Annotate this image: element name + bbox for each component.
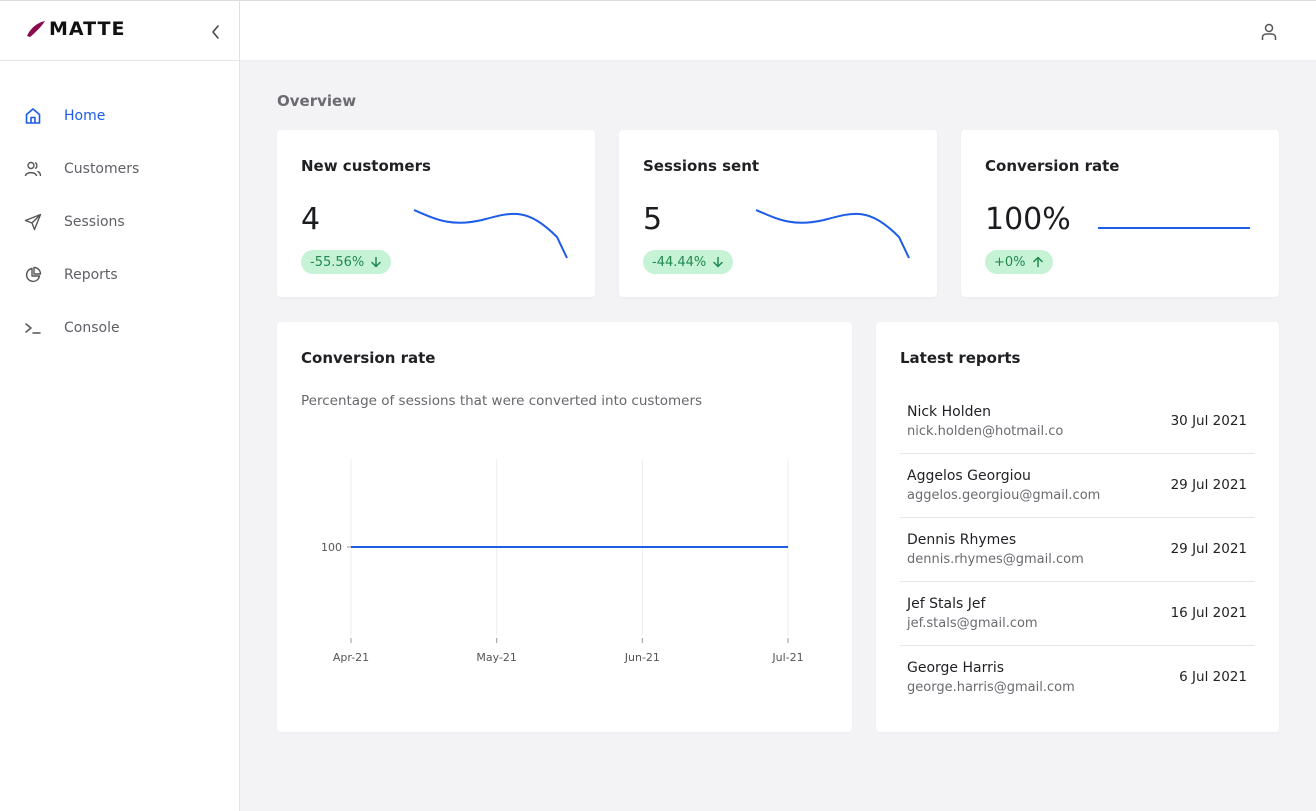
report-date: 29 Jul 2021: [1170, 541, 1247, 557]
brand-name: MATTE: [49, 18, 126, 40]
x-tick-label: Jul-21: [771, 651, 803, 664]
sidebar-item-label: Home: [64, 107, 106, 124]
report-customer-email: jef.stals@gmail.com: [907, 616, 1038, 631]
sidebar-item-console[interactable]: Console: [0, 301, 239, 354]
change-badge: +0%: [985, 250, 1053, 274]
brand-header: MATTE: [0, 1, 239, 61]
x-tick-label: Jun-21: [624, 651, 660, 664]
pie-chart-icon: [24, 266, 42, 284]
change-value: -44.44%: [652, 254, 707, 270]
reports-title: Latest reports: [900, 349, 1021, 367]
page-title: Overview: [277, 92, 357, 110]
reports-list: Nick Holden nick.holden@hotmail.co 30 Ju…: [900, 390, 1255, 710]
kpi-value: 5: [643, 202, 663, 237]
sidebar-item-label: Reports: [64, 266, 118, 283]
report-customer-name: Jef Stals Jef: [907, 596, 986, 612]
conversion-line-chart: Apr-21 May-21 Jun-21 Jul-21 100: [321, 459, 804, 664]
arrow-down-icon: [712, 256, 724, 268]
collapse-sidebar-button[interactable]: [208, 23, 224, 41]
x-tick-label: May-21: [476, 651, 517, 664]
change-badge: -55.56%: [301, 250, 392, 274]
kpi-value: 100%: [985, 202, 1071, 237]
sidebar-item-label: Customers: [64, 160, 140, 177]
kpi-card-sessions-sent: Sessions sent 5 -44.44%: [619, 130, 937, 297]
kpi-value: 4: [301, 202, 321, 237]
home-icon: [24, 107, 42, 125]
kpi-card-conversion-rate: Conversion rate 100% +0%: [961, 130, 1279, 297]
report-customer-name: George Harris: [907, 660, 1005, 676]
report-row[interactable]: Aggelos Georgiou aggelos.georgiou@gmail.…: [900, 454, 1255, 518]
sparkline-path: [413, 209, 568, 259]
x-tick-label: Apr-21: [333, 651, 369, 664]
report-date: 29 Jul 2021: [1170, 477, 1247, 493]
report-date: 30 Jul 2021: [1170, 413, 1247, 429]
sidebar-item-sessions[interactable]: Sessions: [0, 195, 239, 248]
users-icon: [24, 160, 42, 178]
report-date: 6 Jul 2021: [1179, 669, 1247, 685]
arrow-up-icon: [1032, 256, 1044, 268]
report-customer-email: nick.holden@hotmail.co: [907, 424, 1064, 439]
sidebar: MATTE Home Customers Sessions Reports Co…: [0, 0, 240, 811]
sidebar-nav: Home Customers Sessions Reports Console: [0, 61, 239, 354]
latest-reports-card: Latest reports Nick Holden nick.holden@h…: [876, 322, 1279, 732]
sparkline: [1098, 227, 1250, 229]
report-customer-name: Nick Holden: [907, 404, 991, 420]
report-customer-email: dennis.rhymes@gmail.com: [907, 552, 1084, 567]
sidebar-item-home[interactable]: Home: [0, 89, 239, 142]
chevron-left-icon: [212, 25, 219, 39]
arrow-down-icon: [370, 256, 382, 268]
terminal-icon: [24, 319, 42, 337]
kpi-title: New customers: [301, 157, 431, 175]
report-row[interactable]: Dennis Rhymes dennis.rhymes@gmail.com 29…: [900, 518, 1255, 582]
sparkline: [413, 209, 568, 259]
change-value: -55.56%: [310, 254, 365, 270]
kpi-card-new-customers: New customers 4 -55.56%: [277, 130, 595, 297]
logo[interactable]: MATTE: [25, 18, 125, 40]
sidebar-item-label: Sessions: [64, 213, 125, 230]
change-badge: -44.44%: [643, 250, 734, 274]
top-bar: [240, 0, 1316, 60]
report-row[interactable]: Nick Holden nick.holden@hotmail.co 30 Ju…: [900, 390, 1255, 454]
sidebar-item-label: Console: [64, 319, 120, 336]
sparkline-path: [755, 209, 910, 259]
report-row[interactable]: Jef Stals Jef jef.stals@gmail.com 16 Jul…: [900, 582, 1255, 646]
report-customer-name: Dennis Rhymes: [907, 532, 1017, 548]
sparkline: [755, 209, 910, 259]
conversion-chart-card: Conversion rate Percentage of sessions t…: [277, 322, 852, 732]
report-row[interactable]: George Harris george.harris@gmail.com 6 …: [900, 646, 1255, 710]
change-value: +0%: [994, 254, 1026, 270]
y-tick-label: 100: [321, 541, 342, 554]
user-icon: [1261, 23, 1277, 40]
kpi-title: Sessions sent: [643, 157, 760, 175]
report-customer-email: george.harris@gmail.com: [907, 680, 1075, 695]
report-date: 16 Jul 2021: [1170, 605, 1247, 621]
account-button[interactable]: [1260, 22, 1278, 42]
brand-mark-icon: [27, 21, 45, 37]
sidebar-item-customers[interactable]: Customers: [0, 142, 239, 195]
report-customer-email: aggelos.georgiou@gmail.com: [907, 488, 1101, 503]
kpi-title: Conversion rate: [985, 157, 1120, 175]
send-icon: [24, 213, 42, 231]
sidebar-item-reports[interactable]: Reports: [0, 248, 239, 301]
report-customer-name: Aggelos Georgiou: [907, 468, 1031, 484]
